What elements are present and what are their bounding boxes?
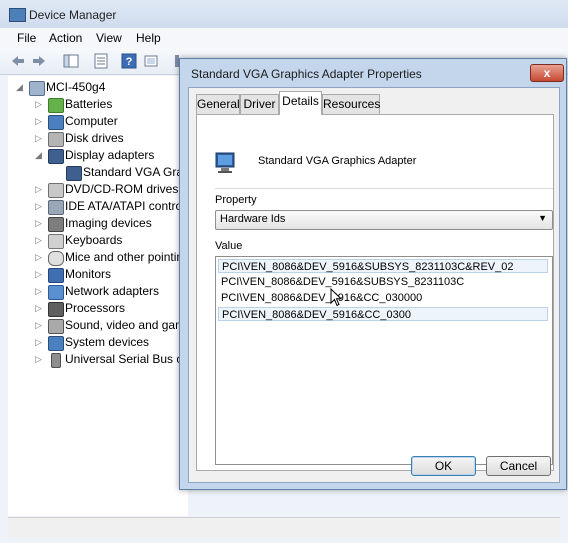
menu-file[interactable]: File [17,31,36,45]
device-name: Standard VGA Graphics Adapter [258,155,417,167]
expand-arrow-icon[interactable]: ▷ [35,232,45,249]
menu-view[interactable]: View [96,31,122,45]
mouse-icon [48,251,64,266]
ide-controller-icon [48,200,64,215]
scan-hardware-icon[interactable] [143,53,159,69]
device-manager-title: Device Manager [29,8,117,22]
value-item[interactable]: PCI\VEN_8086&DEV_5916&CC_0300 [218,307,548,321]
disk-drive-icon [48,132,64,147]
value-item[interactable]: PCI\VEN_8086&DEV_5916&CC_030000 [218,291,548,305]
camera-icon [48,217,64,232]
status-bar [8,517,560,538]
property-label: Property [215,194,257,206]
device-manager-icon [9,8,26,22]
value-item[interactable]: PCI\VEN_8086&DEV_5916&SUBSYS_8231103C&RE… [218,259,548,273]
device-manager-title-bar: Device Manager [0,0,568,28]
back-icon[interactable] [10,53,26,69]
keyboard-icon [48,234,64,249]
expand-arrow-icon[interactable]: ▷ [35,96,45,113]
tab-general[interactable]: General [196,94,240,114]
expand-arrow-icon[interactable]: ▷ [35,283,45,300]
help-icon[interactable]: ? [121,53,137,69]
menu-action[interactable]: Action [49,31,82,45]
collapse-arrow-icon[interactable]: ◢ [35,147,45,164]
computer-icon [29,81,45,96]
computer-icon [48,115,64,130]
property-select[interactable]: Hardware Ids ▼ [215,210,553,230]
collapse-arrow-icon[interactable]: ◢ [16,79,26,96]
value-list[interactable]: PCI\VEN_8086&DEV_5916&SUBSYS_8231103C&RE… [215,256,553,465]
expand-arrow-icon[interactable]: ▷ [35,215,45,232]
expand-arrow-icon[interactable]: ▷ [35,181,45,198]
details-panel: Standard VGA Graphics Adapter Property H… [196,114,554,471]
expand-arrow-icon[interactable]: ▷ [35,334,45,351]
expand-arrow-icon[interactable]: ▷ [35,198,45,215]
speaker-icon [48,319,64,334]
property-selected-value: Hardware Ids [220,213,286,225]
display-adapter-icon [66,166,82,181]
battery-icon [48,98,64,113]
cancel-button[interactable]: Cancel [486,456,551,476]
tab-driver[interactable]: Driver [240,94,279,114]
monitor-icon [48,268,64,283]
svg-text:?: ? [126,56,133,68]
expand-arrow-icon[interactable]: ▷ [35,266,45,283]
dialog-body: General Driver Details Resources Standar… [188,87,560,483]
forward-icon[interactable] [31,53,47,69]
system-device-icon [48,336,64,351]
expand-arrow-icon[interactable]: ▷ [35,130,45,147]
dvd-drive-icon [48,183,64,198]
tab-resources[interactable]: Resources [322,94,380,114]
close-button[interactable]: x [530,64,564,82]
properties-icon[interactable] [93,53,109,69]
properties-dialog: Standard VGA Graphics Adapter Properties… [179,58,567,490]
display-adapter-icon [48,149,64,164]
expand-arrow-icon[interactable]: ▷ [35,317,45,334]
tab-details[interactable]: Details [279,91,322,115]
menu-bar: File Action View Help [0,28,568,48]
expand-arrow-icon[interactable]: ▷ [35,300,45,317]
display-adapter-icon [215,152,239,174]
divider [215,188,553,189]
show-hide-tree-icon[interactable] [63,53,79,69]
menu-help[interactable]: Help [136,31,161,45]
network-icon [48,285,64,300]
processor-icon [48,302,64,317]
value-item[interactable]: PCI\VEN_8086&DEV_5916&SUBSYS_8231103C [218,275,548,289]
usb-icon [51,353,61,368]
value-label: Value [215,240,243,252]
expand-arrow-icon[interactable]: ▷ [35,113,45,130]
expand-arrow-icon[interactable]: ▷ [35,351,45,368]
expand-arrow-icon[interactable]: ▷ [35,249,45,266]
dialog-title: Standard VGA Graphics Adapter Properties [191,67,422,81]
chevron-down-icon: ▼ [538,213,547,223]
device-tree: ◢ MCI-450g4 ▷ Batteries ▷ Computer ▷ Dis… [8,76,190,516]
ok-button[interactable]: OK [411,456,476,476]
close-icon: x [543,66,551,80]
